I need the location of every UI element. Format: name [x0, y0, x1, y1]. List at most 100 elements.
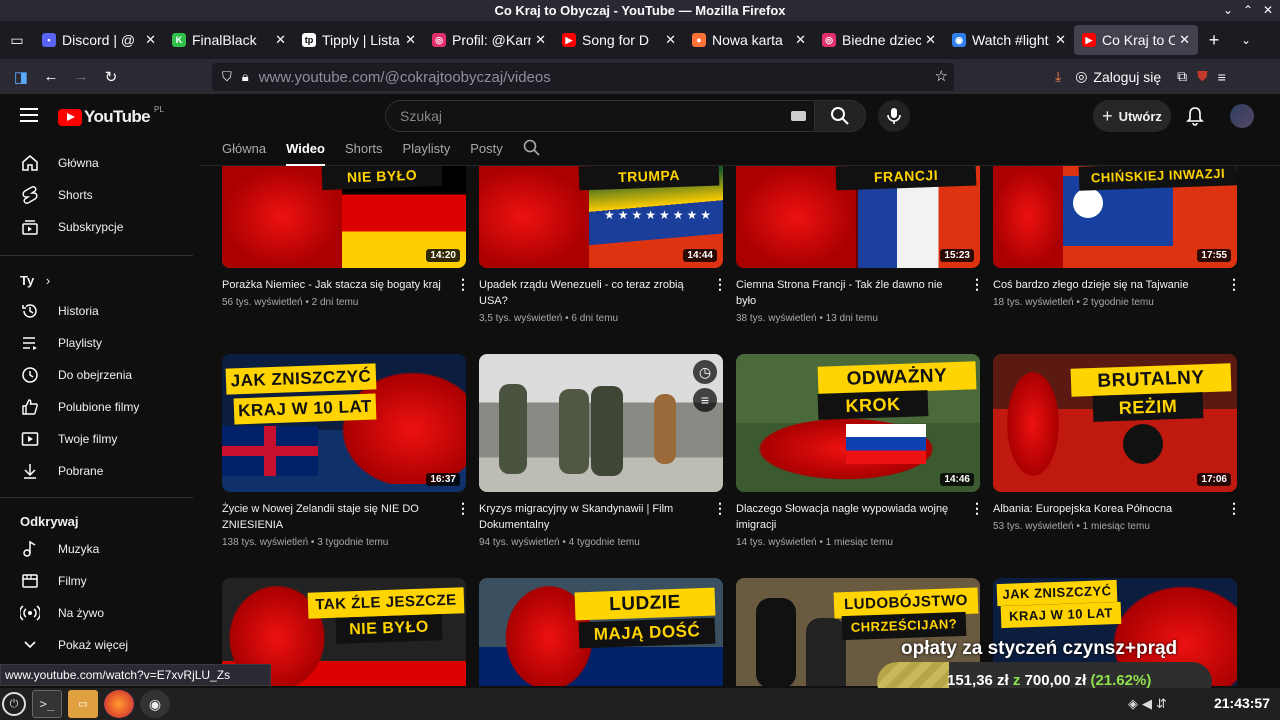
tab-close-icon[interactable]: ✕: [145, 32, 156, 48]
more-actions-icon[interactable]: ⋮: [456, 277, 470, 291]
start-menu-icon[interactable]: ⏻: [2, 692, 26, 716]
video-thumbnail[interactable]: LUDZIE MAJĄ DOŚĆ: [479, 578, 723, 686]
video-thumbnail[interactable]: JAK ZNISZCZYĆ KRAJ W 10 LAT 16:37: [222, 354, 466, 492]
sidebar-item-shorts[interactable]: Shorts: [20, 179, 93, 211]
create-button[interactable]: + Utwórz: [1093, 100, 1171, 132]
video-card[interactable]: CHIŃSKIEJ INWAZJI 17:55 Coś bardzo złego…: [993, 166, 1241, 308]
video-card[interactable]: FRANCJI 15:23 Ciemna Strona Francji - Ta…: [736, 166, 984, 324]
maximize-icon[interactable]: ⌃: [1243, 0, 1253, 21]
tab-item[interactable]: K FinalBlack ✕: [164, 25, 294, 55]
tab-item[interactable]: ◎ Profil: @Karn ✕: [424, 25, 554, 55]
tab-close-icon[interactable]: ✕: [275, 32, 286, 48]
video-card[interactable]: ODWAŻNY KROK 14:46 Dlaczego Słowacja nag…: [736, 354, 984, 548]
lock-icon[interactable]: 🔒︎: [242, 69, 249, 85]
sidebar-toggle-icon[interactable]: ◨: [6, 68, 36, 86]
list-tabs-icon[interactable]: ⌄: [1230, 33, 1262, 47]
video-card[interactable]: ◷ ≡ Kryzys migracyjny w Skandynawii | Fi…: [479, 354, 727, 548]
search-input[interactable]: Szukaj: [385, 100, 815, 132]
tab-playlists[interactable]: Playlisty: [403, 138, 451, 166]
video-title[interactable]: Coś bardzo złego dzieje się na Tajwanie: [993, 277, 1217, 293]
voice-search-button[interactable]: [878, 100, 910, 132]
youtube-logo[interactable]: YouTube PL: [58, 105, 164, 127]
tab-shorts[interactable]: Shorts: [345, 138, 383, 166]
video-thumbnail[interactable]: CHIŃSKIEJ INWAZJI 17:55: [993, 166, 1237, 268]
video-thumbnail[interactable]: NIE BYŁO 14:20: [222, 166, 466, 268]
sidebar-item-live[interactable]: Na żywo: [20, 597, 104, 629]
more-actions-icon[interactable]: ⋮: [713, 277, 727, 291]
tab-close-icon[interactable]: ✕: [925, 32, 936, 48]
watch-later-icon[interactable]: ◷: [693, 360, 717, 384]
video-card[interactable]: JAK ZNISZCZYĆ KRAJ W 10 LAT 16:37 Życie …: [222, 354, 470, 548]
tray-icons[interactable]: ◈◀⇵: [1128, 696, 1171, 712]
guide-menu-icon[interactable]: [20, 108, 38, 126]
video-title[interactable]: Albania: Europejska Korea Północna: [993, 501, 1217, 517]
more-actions-icon[interactable]: ⋮: [1227, 277, 1241, 291]
tab-close-icon[interactable]: ✕: [665, 32, 676, 48]
video-title[interactable]: Dlaczego Słowacja nagle wypowiada wojnę …: [736, 501, 960, 533]
back-button[interactable]: ←: [36, 68, 66, 85]
ublock-icon[interactable]: ⛊: [1197, 68, 1208, 85]
keyboard-icon[interactable]: [791, 111, 806, 121]
reload-button[interactable]: ↻: [96, 68, 126, 86]
sidebar-item-subscriptions[interactable]: Subskrypcje: [20, 211, 123, 243]
video-title[interactable]: Życie w Nowej Zelandii staje się NIE DO …: [222, 501, 446, 533]
channel-search-icon[interactable]: [523, 138, 541, 166]
extensions-icon[interactable]: ⧉: [1177, 68, 1187, 85]
minimize-icon[interactable]: ⌄: [1223, 0, 1233, 21]
more-actions-icon[interactable]: ⋮: [970, 501, 984, 515]
sidebar-item-films[interactable]: Filmy: [20, 565, 87, 597]
sidebar-item-history[interactable]: Historia: [20, 295, 99, 327]
terminal-icon[interactable]: >_: [32, 690, 62, 718]
tab-item[interactable]: ◉ Watch #light ✕: [944, 25, 1074, 55]
bookmark-star-icon[interactable]: ☆: [935, 67, 948, 85]
video-thumbnail[interactable]: TRUMPA ★★★★★★★★ 14:44: [479, 166, 723, 268]
more-actions-icon[interactable]: ⋮: [713, 501, 727, 515]
url-bar[interactable]: ⛉ 🔒︎ www.youtube.com/@cokrajtoobyczaj/vi…: [212, 63, 954, 91]
tab-item[interactable]: ◎ Biedne dziec ✕: [814, 25, 944, 55]
downloads-icon[interactable]: ⤓: [1055, 68, 1061, 85]
sidebar-item-music[interactable]: Muzyka: [20, 533, 99, 565]
firefox-icon[interactable]: [104, 690, 134, 718]
file-manager-icon[interactable]: ▭: [68, 690, 98, 718]
tab-item[interactable]: ▶ Co Kraj to Ob✕: [1074, 25, 1198, 55]
video-title[interactable]: Upadek rządu Wenezueli - co teraz zrobią…: [479, 277, 703, 309]
avatar[interactable]: [1230, 104, 1254, 128]
tab-close-icon[interactable]: ✕: [795, 32, 806, 48]
sidebar-item-downloads[interactable]: Pobrane: [20, 455, 103, 487]
video-thumbnail[interactable]: FRANCJI 15:23: [736, 166, 980, 268]
menu-icon[interactable]: ≡: [1218, 69, 1226, 85]
tab-item[interactable]: • Discord | @ ✕: [34, 25, 164, 55]
tab-overview-icon[interactable]: ▭: [0, 21, 34, 59]
video-card[interactable]: NIE BYŁO 14:20 Porażka Niemiec - Jak sta…: [222, 166, 470, 308]
tab-videos[interactable]: Wideo: [286, 138, 325, 166]
more-actions-icon[interactable]: ⋮: [1227, 501, 1241, 515]
new-tab-button[interactable]: +: [1198, 30, 1230, 51]
sidebar-you-heading[interactable]: Ty ›: [20, 273, 50, 288]
more-actions-icon[interactable]: ⋮: [970, 277, 984, 291]
add-to-queue-icon[interactable]: ≡: [693, 388, 717, 412]
tab-item[interactable]: tp Tipply | Lista ✕: [294, 25, 424, 55]
video-title[interactable]: Ciemna Strona Francji - Tak źle dawno ni…: [736, 277, 960, 309]
forward-button[interactable]: →: [66, 68, 96, 85]
more-actions-icon[interactable]: ⋮: [456, 501, 470, 515]
tab-close-icon[interactable]: ✕: [535, 32, 546, 48]
sidebar-item-playlists[interactable]: Playlisty: [20, 327, 102, 359]
sidebar-item-home[interactable]: Główna: [20, 147, 99, 179]
account-icon[interactable]: ◎: [1075, 68, 1087, 85]
sidebar-item-show-more[interactable]: Pokaż więcej: [20, 629, 128, 661]
video-card[interactable]: TRUMPA ★★★★★★★★ 14:44 Upadek rządu Wenez…: [479, 166, 727, 324]
login-button[interactable]: Zaloguj się: [1093, 69, 1161, 85]
search-button[interactable]: [814, 100, 866, 132]
tab-close-icon[interactable]: ✕: [405, 32, 416, 48]
tab-home[interactable]: Główna: [222, 138, 266, 166]
video-title[interactable]: Kryzys migracyjny w Skandynawii | Film D…: [479, 501, 703, 533]
notifications-bell-icon[interactable]: [1186, 106, 1204, 131]
shield-icon[interactable]: ⛉: [222, 69, 232, 85]
obs-icon[interactable]: ◉: [140, 690, 170, 718]
video-card[interactable]: BRUTALNY REŻIM 17:06 Albania: Europejska…: [993, 354, 1241, 532]
tab-posts[interactable]: Posty: [470, 138, 503, 166]
video-card[interactable]: LUDZIE MAJĄ DOŚĆ: [479, 578, 723, 686]
tab-close-icon[interactable]: ✕: [1055, 32, 1066, 48]
tab-close-icon[interactable]: ✕: [1179, 32, 1190, 48]
sidebar-item-liked[interactable]: Polubione filmy: [20, 391, 139, 423]
